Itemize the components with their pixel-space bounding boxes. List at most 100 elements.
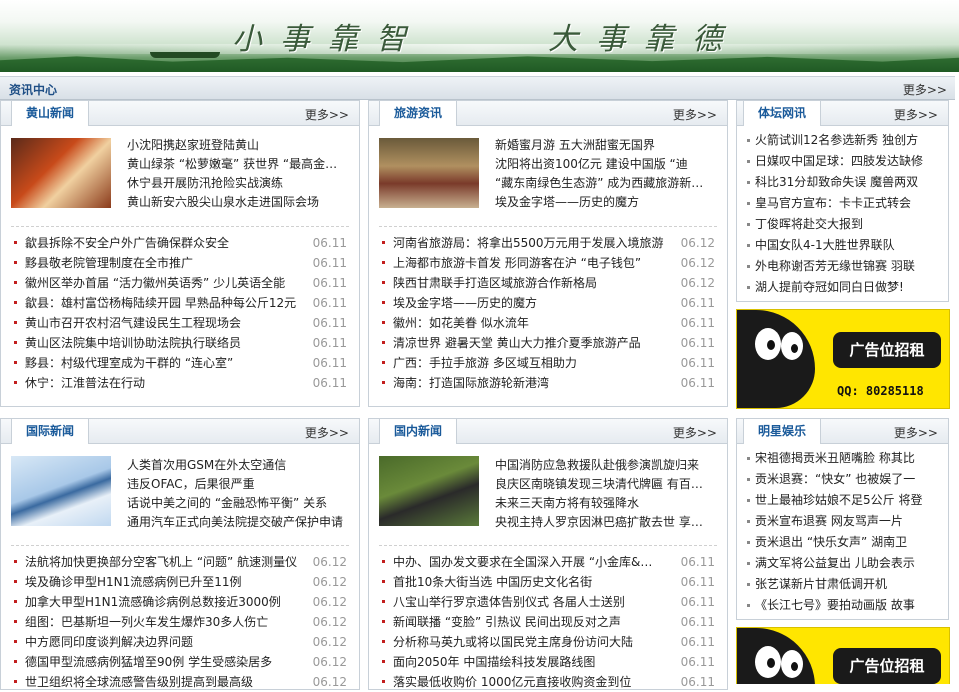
list-item[interactable]: 休宁：江淮普法在行动 06.11 [11, 373, 349, 393]
more-link[interactable]: 更多>> [305, 424, 349, 441]
list-item[interactable]: 张艺谋新片甘肃低调开机 [745, 574, 942, 595]
more-link[interactable]: 更多>> [673, 424, 717, 441]
list-item[interactable]: 组图：巴基斯坦一列火车发生爆炸30多人伤亡 06.12 [11, 612, 349, 632]
list-item[interactable]: 外电称谢否芳无缘世锦赛 羽联 [745, 256, 942, 277]
list-item[interactable]: 黟县：村级代理室成为干群的 “连心室” 06.11 [11, 353, 349, 373]
news-thumbnail[interactable] [379, 138, 479, 208]
headline[interactable]: 沈阳将出资100亿元 建设中国版 “迪 [495, 155, 717, 174]
headline[interactable]: 新婚蜜月游 五大洲甜蜜无国界 [495, 136, 717, 155]
headline[interactable]: 休宁县开展防汛抢险实战演练 [127, 174, 349, 193]
list-item[interactable]: 清凉世界 避暑天堂 黄山大力推介夏季旅游产品 06.11 [379, 333, 717, 353]
ad-banner[interactable]: 广告位招租 QQ: 80285118 [736, 309, 950, 409]
headline[interactable]: 黄山绿茶 “松萝嫩毫” 获世界 “最高金… [127, 155, 349, 174]
list-item[interactable]: 世上最袖珍姑娘不足5公斤 将登 [745, 490, 942, 511]
divider [379, 226, 717, 227]
news-thumbnail[interactable] [379, 456, 479, 526]
tab-huangshan-news[interactable]: 黄山新闻 [11, 101, 90, 126]
ad-banner[interactable]: 广告位招租 [736, 627, 950, 684]
list-item[interactable]: 陕西甘肃联手打造区域旅游合作新格局 06.12 [379, 273, 717, 293]
list-item[interactable]: 丁俊晖将赴交大报到 [745, 214, 942, 235]
headline[interactable]: 央视主持人罗京因淋巴癌扩散去世 享… [495, 513, 717, 532]
list-item[interactable]: 黄山区法院集中培训协助法院执行联络员 06.11 [11, 333, 349, 353]
banner-water [0, 44, 959, 54]
list-item[interactable]: 歙县拆除不安全户外广告确保群众安全 06.11 [11, 233, 349, 253]
headline[interactable]: “藏东南绿色生态游” 成为西藏旅游新… [495, 174, 717, 193]
panel-huangshan-news: 黄山新闻 更多>> 小沈阳携赵家班登陆黄山 黄山绿茶 “松萝嫩毫” 获世界 “最… [0, 100, 360, 407]
headline[interactable]: 小沈阳携赵家班登陆黄山 [127, 136, 349, 155]
list-item[interactable]: 法航将加快更换部分空客飞机上 “问题” 航速测量仪 06.12 [11, 552, 349, 572]
list-item[interactable]: 埃及金字塔——历史的魔方 06.11 [379, 293, 717, 313]
tab-sports-news[interactable]: 体坛网讯 [743, 101, 822, 126]
divider [11, 226, 349, 227]
list-item[interactable]: 德国甲型流感病例猛增至90例 学生受感染居多 06.12 [11, 652, 349, 672]
panel-domestic-news: 国内新闻 更多>> 中国消防应急救援队赴俄参演凯旋归来 良庆区南晓镇发现三块清代… [368, 418, 728, 690]
mascot-pupil-icon [767, 340, 775, 350]
news-list: 法航将加快更换部分空客飞机上 “问题” 航速测量仪 06.12 埃及确诊甲型H1N… [11, 552, 349, 692]
list-item[interactable]: 黟县敬老院管理制度在全市推广 06.11 [11, 253, 349, 273]
list-item[interactable]: 贡米退赛：“快女” 也被娱了一 [745, 469, 942, 490]
tab-entertainment-news[interactable]: 明星娱乐 [743, 419, 822, 444]
list-item[interactable]: 满文军将公益复出 儿助会表示 [745, 553, 942, 574]
headline[interactable]: 违反OFAC，后果很严重 [127, 475, 349, 494]
list-item[interactable]: 徽州区举办首届 “活力徽州英语秀” 少儿英语全能 06.11 [11, 273, 349, 293]
list-item[interactable]: 日媒叹中国足球：四肢发达缺修 [745, 151, 942, 172]
panel-header: 体坛网讯 更多>> [737, 101, 948, 126]
mascot-icon [737, 310, 815, 408]
list-item[interactable]: 八宝山举行罗京遗体告别仪式 各届人士送别 06.11 [379, 592, 717, 612]
section-more-link[interactable]: 更多>> [903, 81, 947, 98]
panel-entertainment-news: 明星娱乐 更多>> 宋祖德揭贡米丑陋嘴脸 称其比 贡米退赛：“快女” 也被娱了一… [736, 418, 949, 620]
list-item[interactable]: 湖人提前夺冠如同白日做梦! [745, 277, 942, 298]
list-item[interactable]: 首批10条大街当选 中国历史文化名街 06.11 [379, 572, 717, 592]
section-title: 资讯中心 [9, 83, 58, 97]
headline[interactable]: 话说中美之间的 “金融恐怖平衡” 关系 [127, 494, 349, 513]
ad-text: 广告位招租 [833, 332, 941, 368]
headline[interactable]: 良庆区南晓镇发现三块清代牌匾 有百… [495, 475, 717, 494]
headline[interactable]: 人类首次用GSM在外太空通信 [127, 456, 349, 475]
list-item[interactable]: 歙县：雄村富岱杨梅陆续开园 早熟品种每公斤12元 06.11 [11, 293, 349, 313]
list-item[interactable]: 加拿大甲型H1N1流感确诊病例总数接近3000例 06.12 [11, 592, 349, 612]
headline[interactable]: 黄山新安六股尖山泉水走进国际会场 [127, 193, 349, 212]
header-banner: 小事靠智 大事靠德 [0, 0, 959, 72]
headline[interactable]: 未来三天南方将有较强降水 [495, 494, 717, 513]
list-item[interactable]: 面向2050年 中国描绘科技发展路线图 06.11 [379, 652, 717, 672]
list-item[interactable]: 宋祖德揭贡米丑陋嘴脸 称其比 [745, 448, 942, 469]
tab-domestic-news[interactable]: 国内新闻 [379, 419, 458, 444]
list-item[interactable]: 中办、国办发文要求在全国深入开展 “小金库&… 06.11 [379, 552, 717, 572]
mascot-pupil-icon [767, 658, 775, 668]
list-item[interactable]: 贡米退出 “快乐女声” 湖南卫 [745, 532, 942, 553]
list-item[interactable]: 黄山市召开农村沼气建设民生工程现场会 06.11 [11, 313, 349, 333]
headline[interactable]: 通用汽车正式向美法院提交破产保护申请 [127, 513, 349, 532]
list-item[interactable]: 上海都市旅游卡首发 形同游客在沪 “电子钱包” 06.12 [379, 253, 717, 273]
list-item[interactable]: 河南省旅游局：将拿出5500万元用于发展入境旅游 06.12 [379, 233, 717, 253]
list-item[interactable]: 中国女队4-1大胜世界联队 [745, 235, 942, 256]
list-item[interactable]: 皇马官方宣布：卡卡正式转会 [745, 193, 942, 214]
tab-international-news[interactable]: 国际新闻 [11, 419, 90, 444]
divider [379, 545, 717, 546]
more-link[interactable]: 更多>> [673, 106, 717, 123]
list-item[interactable]: 贡米宣布退赛 网友骂声一片 [745, 511, 942, 532]
list-item[interactable]: 世卫组织将全球流感警告级别提高到最高级 06.12 [11, 672, 349, 692]
list-item[interactable]: 广西：手拉手旅游 多区域互相助力 06.11 [379, 353, 717, 373]
tab-travel-news[interactable]: 旅游资讯 [379, 101, 458, 126]
news-thumbnail[interactable] [11, 138, 111, 208]
list-item[interactable]: 新闻联播 “变脸” 引热议 民间出现反对之声 06.11 [379, 612, 717, 632]
list-item[interactable]: 埃及确诊甲型H1N1流感病例已升至11例 06.12 [11, 572, 349, 592]
list-item[interactable]: 落实最低收购价 1000亿元直接收购资金到位 06.11 [379, 672, 717, 692]
list-item[interactable]: 火箭试训12名参选新秀 独创方 [745, 130, 942, 151]
news-thumbnail[interactable] [11, 456, 111, 526]
more-link[interactable]: 更多>> [894, 106, 938, 123]
list-item[interactable]: 中方愿同印度谈判解决边界问题 06.12 [11, 632, 349, 652]
headline-list: 新婚蜜月游 五大洲甜蜜无国界 沈阳将出资100亿元 建设中国版 “迪 “藏东南绿… [495, 136, 717, 212]
more-link[interactable]: 更多>> [305, 106, 349, 123]
more-link[interactable]: 更多>> [894, 424, 938, 441]
list-item[interactable]: 分析称马英九或将以国民党主席身份访问大陆 06.11 [379, 632, 717, 652]
list-item[interactable]: 科比31分却致命失误 魔兽两双 [745, 172, 942, 193]
headline[interactable]: 埃及金字塔——历史的魔方 [495, 193, 717, 212]
banner-boat [150, 52, 220, 58]
list-item[interactable]: 《长江七号》要拍动画版 故事 [745, 595, 942, 616]
list-item[interactable]: 徽州：如花美眷 似水流年 06.11 [379, 313, 717, 333]
headline[interactable]: 中国消防应急救援队赴俄参演凯旋归来 [495, 456, 717, 475]
divider [11, 545, 349, 546]
ad-qq: QQ: 80285118 [837, 384, 924, 398]
list-item[interactable]: 海南：打造国际旅游轮新港湾 06.11 [379, 373, 717, 393]
